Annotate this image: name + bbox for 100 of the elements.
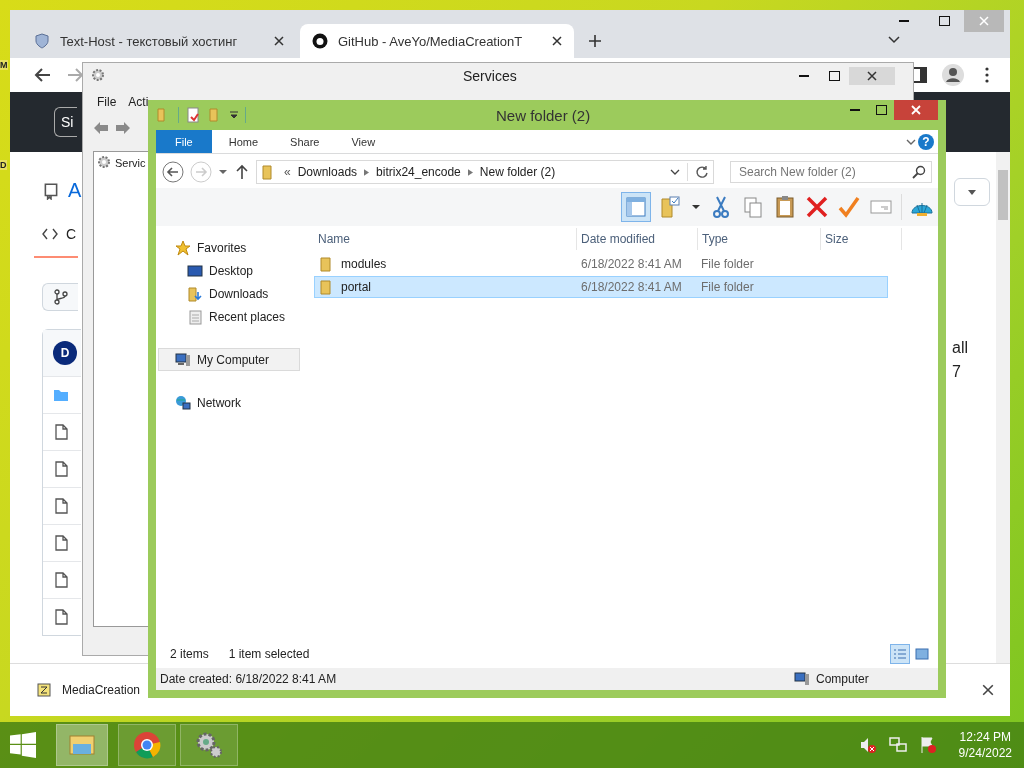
address-bar[interactable]: « Downloads bitrix24_encode New folder (2) (256, 160, 714, 184)
file-icon[interactable] (53, 461, 69, 477)
recent-places-icon (187, 308, 203, 325)
caret-icon[interactable] (691, 202, 701, 212)
search-icon[interactable] (912, 165, 926, 179)
file-icon[interactable] (53, 609, 69, 625)
file-row[interactable]: modules 6/18/2022 8:41 AM File folder (314, 253, 888, 275)
taskbar-app-button[interactable] (118, 724, 176, 766)
close-icon[interactable] (982, 684, 994, 696)
column-header[interactable]: Date modified (577, 228, 698, 250)
file-icon[interactable] (53, 498, 69, 514)
download-folder-icon (187, 285, 203, 302)
profile-avatar-icon[interactable] (942, 64, 964, 86)
delete-x-icon[interactable] (805, 195, 829, 219)
help-button[interactable]: ? (918, 133, 934, 150)
tree-item[interactable]: Servic (94, 152, 150, 174)
folder-checkbox-icon[interactable] (659, 195, 683, 219)
breadcrumb-item[interactable]: New folder (2) (479, 165, 556, 179)
breadcrumb-item[interactable]: Downloads (297, 165, 358, 179)
navigation-item[interactable]: Desktop (158, 259, 300, 282)
location-text: Computer (816, 672, 869, 686)
clipboard-icon[interactable] (773, 195, 797, 219)
new-tab-icon[interactable] (588, 34, 602, 48)
user-avatar: D (53, 341, 77, 365)
column-header[interactable]: Size (821, 228, 902, 250)
menu-item[interactable]: Acti (128, 95, 149, 109)
checkmark-icon[interactable] (837, 195, 861, 219)
up-arrow-icon[interactable] (234, 164, 250, 180)
close-icon[interactable] (552, 36, 562, 46)
network-icon[interactable] (888, 736, 907, 754)
monitor-icon (187, 262, 203, 279)
menu-item[interactable]: File (97, 95, 117, 109)
ribbon-tab[interactable]: View (336, 130, 391, 153)
file-icon[interactable] (53, 535, 69, 551)
breadcrumb-item[interactable]: bitrix24_encode (376, 165, 461, 179)
clock[interactable]: 12:24 PM 9/24/2022 (958, 729, 1012, 761)
selection-count: 1 item selected (228, 647, 310, 661)
file-name: portal (341, 280, 372, 294)
navigation-item[interactable]: My Computer (158, 348, 300, 371)
forward-arrow-icon[interactable] (115, 120, 131, 136)
download-file-name[interactable]: MediaCreation (62, 683, 141, 697)
taskbar-app-button[interactable] (180, 724, 238, 766)
ribbon-tab[interactable]: Home (213, 130, 274, 153)
back-arrow-icon[interactable] (34, 66, 52, 84)
breadcrumb-arrow-icon[interactable] (467, 168, 473, 176)
code-tab[interactable]: C (34, 226, 78, 258)
type-cell-text: File folder (700, 280, 755, 294)
ribbon-tab[interactable]: File (156, 130, 212, 153)
desktop-icon-label[interactable]: M (0, 60, 8, 70)
chevron-down-icon[interactable] (888, 36, 900, 44)
code-brackets-icon (42, 226, 58, 242)
computer-icon (794, 671, 810, 687)
search-field[interactable]: Search New folder (2) (730, 161, 932, 183)
windows-logo-icon[interactable] (10, 732, 36, 758)
refresh-icon[interactable] (695, 165, 709, 179)
properties-icon[interactable] (185, 107, 201, 123)
star-icon (175, 239, 191, 256)
gears-icon (194, 730, 224, 760)
column-header[interactable]: Name (314, 228, 577, 250)
shield-icon (34, 33, 50, 49)
file-icon[interactable] (53, 572, 69, 588)
repository-name[interactable]: A (68, 179, 82, 202)
date-cell-text: 6/18/2022 8:41 AM (580, 280, 683, 294)
scrollbar[interactable] (996, 152, 1010, 663)
flag-icon[interactable] (918, 736, 937, 754)
caret-icon (968, 189, 976, 195)
navigation-item[interactable]: Network (158, 391, 300, 414)
round-logo-icon (132, 730, 162, 760)
customize-caret-icon[interactable] (229, 110, 239, 120)
details-text: Date created: 6/18/2022 8:41 AM (160, 672, 337, 686)
page-text: 7 (952, 362, 961, 382)
desktop-icon-label[interactable]: D (0, 160, 7, 170)
ribbon-tab[interactable]: Share (275, 130, 335, 153)
close-icon (979, 16, 989, 26)
close-icon[interactable] (274, 36, 284, 46)
navigation-item[interactable]: Downloads (158, 282, 300, 305)
branch-button[interactable] (42, 283, 78, 311)
gears-icon (91, 68, 107, 84)
list-icon (893, 647, 907, 661)
window-title: New folder (2) (496, 106, 591, 124)
speaker-muted-icon[interactable] (858, 736, 877, 754)
type-cell-text: File folder (700, 257, 755, 271)
column-header[interactable]: Type (698, 228, 821, 250)
archive-file-icon (36, 682, 52, 698)
file-icon[interactable] (53, 424, 69, 440)
repository-icon (42, 181, 60, 200)
back-button[interactable] (162, 161, 184, 183)
date-cell-text: 6/18/2022 8:41 AM (580, 257, 683, 271)
item-count: 2 items (170, 647, 209, 661)
sign-in-button[interactable]: Si (54, 107, 78, 137)
recent-locations-caret-icon[interactable] (218, 167, 228, 177)
dropdown-caret-icon[interactable] (670, 167, 680, 177)
file-row[interactable]: portal 6/18/2022 8:41 AM File folder (314, 276, 888, 298)
navigation-item[interactable]: Recent places (158, 305, 300, 328)
breadcrumb-arrow-icon[interactable] (364, 168, 370, 176)
navigation-item[interactable]: Favorites (158, 236, 300, 259)
close-button[interactable] (894, 100, 938, 120)
file-name: modules (341, 257, 387, 271)
browser-tab[interactable]: Text-Host - текстовый хостинг (22, 24, 296, 58)
browser-tab[interactable]: GitHub - AveYo/MediaCreationT (300, 24, 574, 58)
